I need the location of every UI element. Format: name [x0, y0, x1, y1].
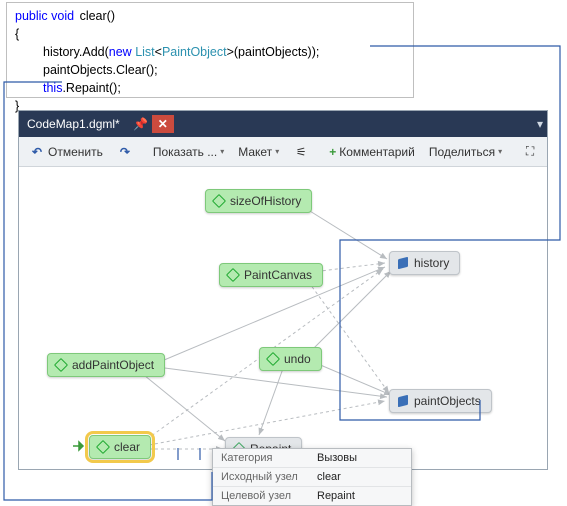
- field-icon: [398, 395, 408, 407]
- fit-icon: ⛶: [522, 144, 538, 160]
- redo-button[interactable]: ↷: [113, 142, 137, 162]
- node-undo[interactable]: undo: [259, 347, 322, 371]
- codemap-window: CodeMap1.dgml* 📌 ✕ ▾ ↶ Отменить ↷ Показа…: [18, 110, 548, 470]
- codemap-canvas[interactable]: sizeOfHistory PaintCanvas addPaintObject…: [19, 167, 547, 469]
- share-dropdown[interactable]: Поделиться▾: [425, 143, 506, 161]
- method-icon: [96, 440, 110, 454]
- tooltip-key: Целевой узел: [221, 490, 317, 502]
- node-history[interactable]: history: [389, 251, 460, 275]
- node-paintobjects[interactable]: paintObjects: [389, 389, 492, 413]
- codemap-titlebar[interactable]: CodeMap1.dgml* 📌 ✕ ▾: [19, 111, 547, 137]
- method-icon: [54, 358, 68, 372]
- code-line-3: paintObjects.Clear();: [15, 61, 405, 79]
- method-icon: [212, 194, 226, 208]
- node-sizeofhistory[interactable]: sizeOfHistory: [205, 189, 312, 213]
- tooltip-key: Исходный узел: [221, 471, 317, 483]
- window-menu-dropdown[interactable]: ▾: [537, 117, 543, 131]
- codemap-title-text: CodeMap1.dgml*: [27, 117, 120, 131]
- code-line-2: history.Add(new List<PaintObject>(paintO…: [15, 43, 405, 61]
- fit-button[interactable]: ⛶: [518, 142, 542, 162]
- tooltip-value: Вызовы: [317, 452, 357, 464]
- codemap-toolbar: ↶ Отменить ↷ Показать ...▾ Макет▾ ⚟ + Ко…: [19, 137, 547, 167]
- code-editor-panel: public void clear() { history.Add(new Li…: [6, 2, 414, 98]
- tooltip-key: Категория: [221, 452, 317, 464]
- keyword: void: [51, 9, 74, 23]
- node-clear[interactable]: clear: [89, 435, 151, 459]
- keyword: public: [15, 9, 48, 23]
- node-addpaintobject[interactable]: addPaintObject: [47, 353, 165, 377]
- method-name: clear: [80, 9, 107, 23]
- plus-icon: +: [329, 145, 336, 159]
- show-dropdown[interactable]: Показать ...▾: [149, 143, 228, 161]
- comment-button[interactable]: + Комментарий: [325, 143, 419, 161]
- edge-tooltip: КатегорияВызовы Исходный узелclear Целев…: [212, 448, 412, 506]
- filter-button[interactable]: ⚟: [289, 142, 313, 162]
- undo-button[interactable]: ↶ Отменить: [25, 142, 107, 162]
- field-icon: [398, 257, 408, 269]
- undo-icon: ↶: [29, 144, 45, 160]
- filter-icon: ⚟: [293, 144, 309, 160]
- method-icon: [266, 352, 280, 366]
- layout-dropdown[interactable]: Макет▾: [234, 143, 283, 161]
- code-line-brace-open: {: [15, 25, 405, 43]
- code-line-1: public void clear(): [15, 7, 405, 25]
- redo-icon: ↷: [117, 144, 133, 160]
- tooltip-value: Repaint: [317, 490, 355, 502]
- pin-icon[interactable]: 📌: [130, 113, 152, 135]
- node-paintcanvas[interactable]: PaintCanvas: [219, 263, 323, 287]
- code-line-4: this.Repaint();: [15, 79, 405, 97]
- method-icon: [226, 268, 240, 282]
- goto-arrow-icon[interactable]: [71, 439, 85, 453]
- close-tab-button[interactable]: ✕: [152, 115, 174, 133]
- tooltip-value: clear: [317, 471, 341, 483]
